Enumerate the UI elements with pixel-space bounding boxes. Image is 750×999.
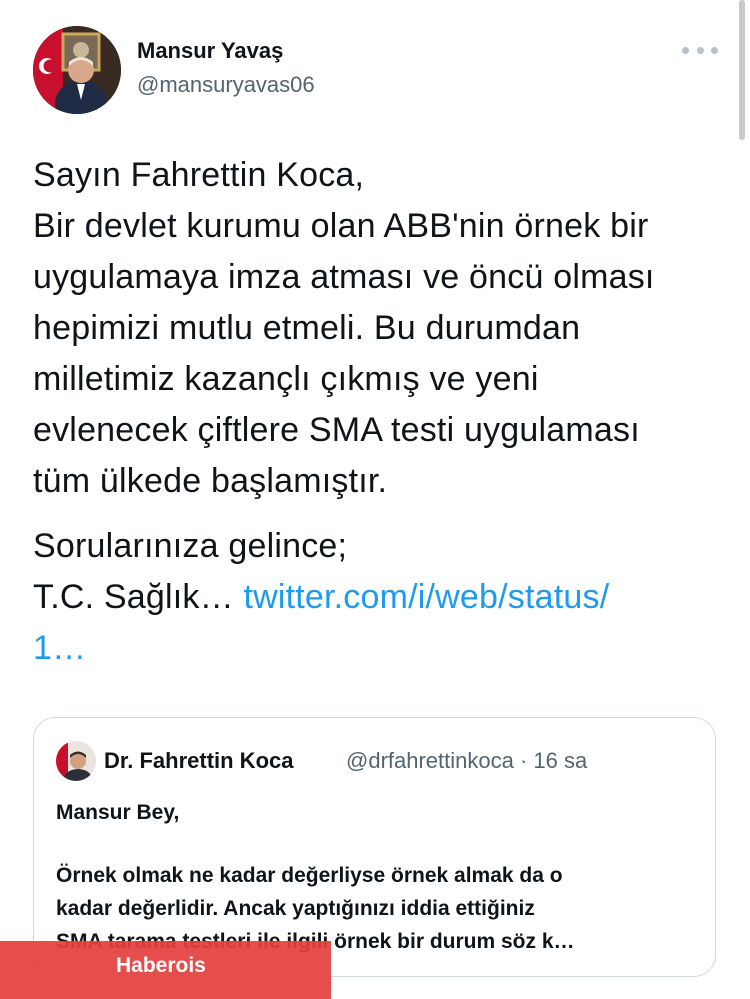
quoted-tweet-card[interactable]: Dr. Fahrettin Koca @drfahrettinkoca · 16… <box>33 717 716 977</box>
tweet-text: Sayın Fahrettin Koca, Bir devlet kurumu … <box>33 150 733 674</box>
tweet-line: Sayın Fahrettin Koca, <box>33 156 365 194</box>
tweet-line: Sorularınıza gelince; <box>33 527 348 565</box>
tweet-line: evlenecek çiftlere SMA testi uygulaması <box>33 411 640 449</box>
quoted-author-name: Dr. Fahrettin Koca <box>104 748 294 773</box>
tweet-line: uygulamaya imza atması ve öncü olması <box>33 258 655 296</box>
watermark-label: Haberois <box>116 954 206 977</box>
more-dot <box>682 46 689 54</box>
tweet-line: tüm ülkede başlamıştır. <box>33 462 388 500</box>
more-options-icon[interactable] <box>682 40 718 60</box>
tweet-link-continued[interactable]: 1… <box>33 623 733 674</box>
quoted-line: kadar değerlidir. Ancak yaptığınızı iddi… <box>56 897 535 920</box>
more-dot <box>711 46 718 54</box>
tweet-line: Bir devlet kurumu olan ABB'nin örnek bir <box>33 207 649 245</box>
tweet-line-with-link: T.C. Sağlık… twitter.com/i/web/status/ <box>33 572 733 623</box>
quoted-author-avatar <box>56 741 96 781</box>
profile-photo-icon <box>33 26 121 114</box>
quoted-line: Örnek olmak ne kadar değerliyse örnek al… <box>56 864 563 887</box>
quoted-greeting: Mansur Bey, <box>56 801 180 824</box>
quoted-author-meta: @drfahrettinkoca · 16 sa <box>346 748 588 773</box>
more-dot <box>696 46 704 54</box>
tweet-truncated-prefix: T.C. Sağlık… <box>33 578 234 616</box>
watermark-banner: Haberois <box>0 941 331 999</box>
tweet-line: hepimizi mutlu etmeli. Bu durumdan <box>33 309 581 347</box>
quoted-profile-photo-icon <box>56 741 96 781</box>
author-avatar[interactable] <box>33 26 121 114</box>
tweet-link[interactable]: twitter.com/i/web/status/ <box>243 578 609 616</box>
author-handle[interactable]: @mansuryavas06 <box>137 72 315 98</box>
scrollbar[interactable] <box>739 0 745 140</box>
author-name[interactable]: Mansur Yavaş <box>137 38 283 64</box>
quoted-tweet-text: Mansur Bey, Örnek olmak ne kadar değerli… <box>56 796 696 958</box>
tweet-line: milletimiz kazançlı çıkmış ve yeni <box>33 360 539 398</box>
